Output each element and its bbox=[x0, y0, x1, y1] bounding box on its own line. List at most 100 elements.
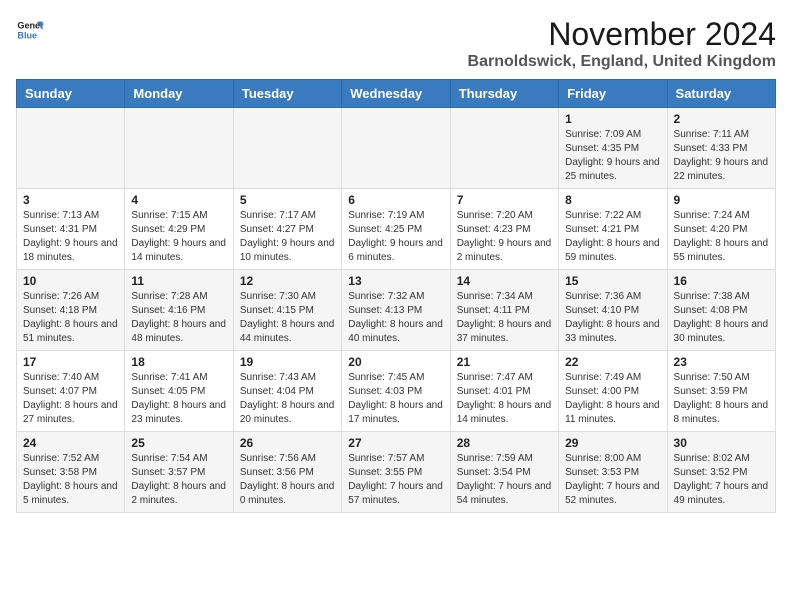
day-info: Sunrise: 7:19 AM Sunset: 4:25 PM Dayligh… bbox=[348, 209, 443, 265]
day-number: 5 bbox=[240, 193, 335, 207]
table-row: 3Sunrise: 7:13 AM Sunset: 4:31 PM Daylig… bbox=[17, 189, 125, 270]
day-number: 6 bbox=[348, 193, 443, 207]
table-row: 25Sunrise: 7:54 AM Sunset: 3:57 PM Dayli… bbox=[125, 432, 233, 513]
table-row: 14Sunrise: 7:34 AM Sunset: 4:11 PM Dayli… bbox=[450, 270, 558, 351]
table-row: 26 Sunrise: 7:56 AM Sunset: 3:56 PM Dayli… bbox=[233, 432, 341, 513]
day-number: 29 bbox=[565, 436, 660, 450]
table-row: 2 Sunrise: 7:11 AM Sunset: 4:33 PM Daylig… bbox=[667, 108, 775, 189]
header-sunday: Sunday bbox=[17, 80, 125, 108]
day-number: 23 bbox=[674, 355, 769, 369]
header-wednesday: Wednesday bbox=[342, 80, 450, 108]
day-info: Sunrise: 7:47 AM Sunset: 4:01 PM Dayligh… bbox=[457, 371, 552, 427]
day-info: Sunrise: 7:52 AM Sunset: 3:58 PM Dayligh… bbox=[23, 452, 118, 508]
day-number: 16 bbox=[674, 274, 769, 288]
day-number: 14 bbox=[457, 274, 552, 288]
day-number: 1 bbox=[565, 112, 660, 126]
calendar-week-2: 3Sunrise: 7:13 AM Sunset: 4:31 PM Daylig… bbox=[17, 189, 776, 270]
day-number: 4 bbox=[131, 193, 226, 207]
table-row: 16 Sunrise: 7:38 AM Sunset: 4:08 PM Dayli… bbox=[667, 270, 775, 351]
table-row: 10 Sunrise: 7:26 AM Sunset: 4:18 PM Dayli… bbox=[17, 270, 125, 351]
page-header: General Blue November 2024 Barnoldswick,… bbox=[16, 16, 776, 71]
calendar-week-3: 10 Sunrise: 7:26 AM Sunset: 4:18 PM Dayli… bbox=[17, 270, 776, 351]
table-row: 30 Sunrise: 8:02 AM Sunset: 3:52 PM Dayli… bbox=[667, 432, 775, 513]
calendar-title: November 2024 bbox=[468, 16, 776, 53]
header-monday: Monday bbox=[125, 80, 233, 108]
day-info: Sunrise: 7:15 AM Sunset: 4:29 PM Dayligh… bbox=[131, 209, 226, 265]
logo-icon: General Blue bbox=[16, 16, 44, 44]
day-info: Sunrise: 7:49 AM Sunset: 4:00 PM Dayligh… bbox=[565, 371, 660, 427]
table-row bbox=[233, 108, 341, 189]
day-info: Sunrise: 7:20 AM Sunset: 4:23 PM Dayligh… bbox=[457, 209, 552, 265]
table-row bbox=[17, 108, 125, 189]
day-info: Sunrise: 7:13 AM Sunset: 4:31 PM Dayligh… bbox=[23, 209, 118, 265]
table-row: 17Sunrise: 7:40 AM Sunset: 4:07 PM Dayli… bbox=[17, 351, 125, 432]
day-number: 26 bbox=[240, 436, 335, 450]
table-row: 13 Sunrise: 7:32 AM Sunset: 4:13 PM Dayli… bbox=[342, 270, 450, 351]
table-row: 20Sunrise: 7:45 AM Sunset: 4:03 PM Dayli… bbox=[342, 351, 450, 432]
day-number: 18 bbox=[131, 355, 226, 369]
table-row: 8 Sunrise: 7:22 AM Sunset: 4:21 PM Daylig… bbox=[559, 189, 667, 270]
calendar-week-1: 1 Sunrise: 7:09 AM Sunset: 4:35 PM Daylig… bbox=[17, 108, 776, 189]
header-friday: Friday bbox=[559, 80, 667, 108]
day-number: 21 bbox=[457, 355, 552, 369]
day-info: Sunrise: 7:43 AM Sunset: 4:04 PM Dayligh… bbox=[240, 371, 335, 427]
table-row: 15Sunrise: 7:36 AM Sunset: 4:10 PM Dayli… bbox=[559, 270, 667, 351]
day-info: Sunrise: 7:56 AM Sunset: 3:56 PM Dayligh… bbox=[240, 452, 335, 508]
table-row: 22 Sunrise: 7:49 AM Sunset: 4:00 PM Dayli… bbox=[559, 351, 667, 432]
day-info: Sunrise: 7:38 AM Sunset: 4:08 PM Dayligh… bbox=[674, 290, 769, 346]
calendar-week-5: 24Sunrise: 7:52 AM Sunset: 3:58 PM Dayli… bbox=[17, 432, 776, 513]
day-info: Sunrise: 7:17 AM Sunset: 4:27 PM Dayligh… bbox=[240, 209, 335, 265]
day-number: 27 bbox=[348, 436, 443, 450]
day-info: Sunrise: 7:54 AM Sunset: 3:57 PM Dayligh… bbox=[131, 452, 226, 508]
day-info: Sunrise: 7:22 AM Sunset: 4:21 PM Dayligh… bbox=[565, 209, 660, 265]
day-info: Sunrise: 7:30 AM Sunset: 4:15 PM Dayligh… bbox=[240, 290, 335, 346]
day-number: 10 bbox=[23, 274, 118, 288]
day-info: Sunrise: 7:50 AM Sunset: 3:59 PM Dayligh… bbox=[674, 371, 769, 427]
table-row: 4 Sunrise: 7:15 AM Sunset: 4:29 PM Daylig… bbox=[125, 189, 233, 270]
day-number: 30 bbox=[674, 436, 769, 450]
day-number: 11 bbox=[131, 274, 226, 288]
table-row: 23 Sunrise: 7:50 AM Sunset: 3:59 PM Dayli… bbox=[667, 351, 775, 432]
table-row: 7 Sunrise: 7:20 AM Sunset: 4:23 PM Daylig… bbox=[450, 189, 558, 270]
day-info: Sunrise: 7:36 AM Sunset: 4:10 PM Dayligh… bbox=[565, 290, 660, 346]
day-info: Sunrise: 7:59 AM Sunset: 3:54 PM Dayligh… bbox=[457, 452, 552, 508]
table-row: 12 Sunrise: 7:30 AM Sunset: 4:15 PM Dayli… bbox=[233, 270, 341, 351]
table-row bbox=[342, 108, 450, 189]
calendar-header-row: Sunday Monday Tuesday Wednesday Thursday… bbox=[17, 80, 776, 108]
table-row: 5 Sunrise: 7:17 AM Sunset: 4:27 PM Daylig… bbox=[233, 189, 341, 270]
table-row: 24Sunrise: 7:52 AM Sunset: 3:58 PM Dayli… bbox=[17, 432, 125, 513]
day-number: 12 bbox=[240, 274, 335, 288]
calendar-subtitle: Barnoldswick, England, United Kingdom bbox=[468, 53, 776, 71]
day-info: Sunrise: 8:02 AM Sunset: 3:52 PM Dayligh… bbox=[674, 452, 769, 508]
header-saturday: Saturday bbox=[667, 80, 775, 108]
calendar-week-4: 17Sunrise: 7:40 AM Sunset: 4:07 PM Dayli… bbox=[17, 351, 776, 432]
day-info: Sunrise: 7:24 AM Sunset: 4:20 PM Dayligh… bbox=[674, 209, 769, 265]
day-info: Sunrise: 7:41 AM Sunset: 4:05 PM Dayligh… bbox=[131, 371, 226, 427]
day-number: 7 bbox=[457, 193, 552, 207]
day-info: Sunrise: 7:28 AM Sunset: 4:16 PM Dayligh… bbox=[131, 290, 226, 346]
table-row: 6 Sunrise: 7:19 AM Sunset: 4:25 PM Daylig… bbox=[342, 189, 450, 270]
day-number: 22 bbox=[565, 355, 660, 369]
day-number: 2 bbox=[674, 112, 769, 126]
day-number: 8 bbox=[565, 193, 660, 207]
day-info: Sunrise: 7:45 AM Sunset: 4:03 PM Dayligh… bbox=[348, 371, 443, 427]
day-info: Sunrise: 7:57 AM Sunset: 3:55 PM Dayligh… bbox=[348, 452, 443, 508]
day-info: Sunrise: 7:11 AM Sunset: 4:33 PM Dayligh… bbox=[674, 128, 769, 184]
day-info: Sunrise: 8:00 AM Sunset: 3:53 PM Dayligh… bbox=[565, 452, 660, 508]
table-row: 11 Sunrise: 7:28 AM Sunset: 4:16 PM Dayli… bbox=[125, 270, 233, 351]
table-row bbox=[125, 108, 233, 189]
day-number: 17 bbox=[23, 355, 118, 369]
table-row: 19Sunrise: 7:43 AM Sunset: 4:04 PM Dayli… bbox=[233, 351, 341, 432]
calendar-table: Sunday Monday Tuesday Wednesday Thursday… bbox=[16, 79, 776, 513]
day-number: 9 bbox=[674, 193, 769, 207]
day-info: Sunrise: 7:09 AM Sunset: 4:35 PM Dayligh… bbox=[565, 128, 660, 184]
day-info: Sunrise: 7:26 AM Sunset: 4:18 PM Dayligh… bbox=[23, 290, 118, 346]
logo: General Blue bbox=[16, 16, 44, 44]
day-number: 13 bbox=[348, 274, 443, 288]
day-number: 28 bbox=[457, 436, 552, 450]
title-block: November 2024 Barnoldswick, England, Uni… bbox=[468, 16, 776, 71]
day-info: Sunrise: 7:32 AM Sunset: 4:13 PM Dayligh… bbox=[348, 290, 443, 346]
table-row: 29 Sunrise: 8:00 AM Sunset: 3:53 PM Dayli… bbox=[559, 432, 667, 513]
table-row: 28 Sunrise: 7:59 AM Sunset: 3:54 PM Dayli… bbox=[450, 432, 558, 513]
table-row: 1 Sunrise: 7:09 AM Sunset: 4:35 PM Daylig… bbox=[559, 108, 667, 189]
